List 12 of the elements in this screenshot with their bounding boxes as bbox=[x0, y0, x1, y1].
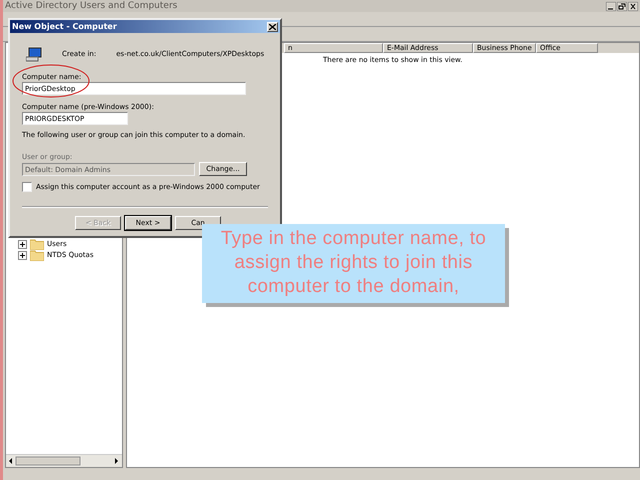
restore-icon[interactable] bbox=[617, 2, 627, 10]
expand-icon[interactable] bbox=[18, 250, 27, 260]
close-icon[interactable] bbox=[628, 2, 638, 10]
checkbox[interactable] bbox=[22, 182, 32, 192]
expand-icon[interactable] bbox=[18, 240, 27, 248]
computer-icon bbox=[26, 46, 42, 62]
callout-note: Type in the computer name, to assign the rights to join this computer to the domain, bbox=[202, 224, 505, 303]
minimize-icon[interactable] bbox=[606, 2, 616, 10]
dialog-title: New Object - Computer bbox=[12, 22, 117, 31]
folder-icon bbox=[30, 250, 44, 260]
horizontal-scrollbar[interactable] bbox=[6, 454, 122, 467]
window-title: Active Directory Users and Computers bbox=[5, 1, 178, 11]
